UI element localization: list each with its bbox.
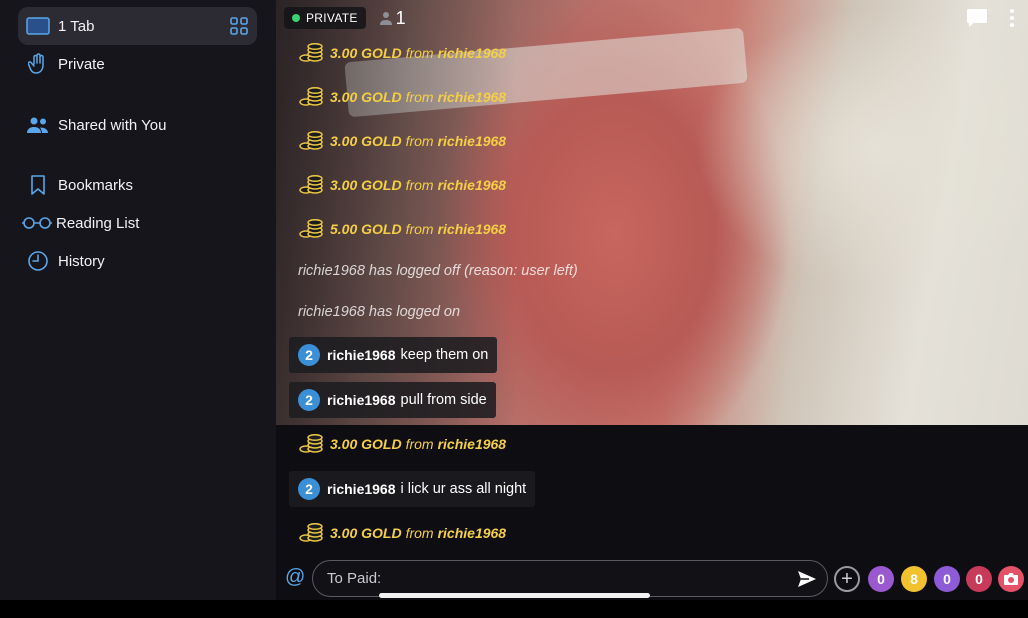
stream-view: PRIVATE 1 3.00 GOLD from richie1968 3.00…	[276, 0, 1028, 600]
gold-amount: 3.00 GOLD	[330, 133, 402, 149]
glasses-icon	[22, 211, 52, 235]
gold-tip-message: 3.00 GOLD from richie1968	[298, 523, 506, 543]
gold-from: from	[405, 221, 434, 237]
gold-from: from	[405, 89, 434, 105]
gold-username[interactable]: richie1968	[438, 133, 507, 149]
gold-username[interactable]: richie1968	[438, 436, 507, 452]
coins-icon	[299, 131, 323, 150]
sidebar-item-bookmarks[interactable]: Bookmarks	[18, 166, 257, 204]
counter-badge-4[interactable]: 0	[966, 566, 992, 592]
gold-from: from	[405, 436, 434, 452]
tab-grid-icon[interactable]	[229, 16, 249, 36]
more-vertical-icon[interactable]	[1008, 8, 1016, 28]
gold-username[interactable]: richie1968	[438, 525, 507, 541]
send-icon[interactable]	[797, 569, 817, 589]
sidebar-item-history[interactable]: History	[18, 242, 257, 280]
gold-username[interactable]: richie1968	[438, 221, 507, 237]
sidebar-item-shared-with-you[interactable]: Shared with You	[18, 106, 257, 144]
system-message: richie1968 has logged off (reason: user …	[298, 263, 578, 279]
mention-at-icon[interactable]: @	[285, 566, 305, 589]
user-level-badge: 2	[298, 344, 320, 366]
sidebar-item-label: Bookmarks	[58, 176, 134, 194]
sidebar-item-label: Shared with You	[58, 116, 167, 134]
gold-tip-message: 3.00 GOLD from richie1968	[298, 43, 506, 63]
sidebar: 1 Tab Private Shared with You Bookmarks …	[0, 0, 276, 600]
coins-icon	[299, 87, 323, 106]
chat-bubble-icon[interactable]	[966, 8, 988, 28]
sidebar-item-label: Reading List	[56, 214, 140, 232]
gold-username[interactable]: richie1968	[438, 45, 507, 61]
gold-from: from	[405, 45, 434, 61]
online-dot-icon	[292, 14, 300, 22]
clock-icon	[26, 249, 50, 273]
people-icon	[26, 113, 50, 137]
gold-amount: 3.00 GOLD	[330, 45, 402, 61]
gold-amount: 3.00 GOLD	[330, 525, 402, 541]
gold-amount: 5.00 GOLD	[330, 221, 402, 237]
gold-tip-message: 5.00 GOLD from richie1968	[298, 219, 506, 239]
user-chat-message: 2 richie1968 keep them on	[289, 337, 498, 373]
gold-from: from	[405, 177, 434, 193]
gold-tip-message: 3.00 GOLD from richie1968	[298, 175, 506, 195]
sidebar-item-reading-list[interactable]: Reading List	[18, 204, 257, 242]
chat-username[interactable]: richie1968	[327, 392, 396, 408]
counter-badge-3[interactable]: 0	[934, 566, 960, 592]
private-badge: PRIVATE	[284, 7, 366, 29]
coins-icon	[299, 219, 323, 238]
chat-username[interactable]: richie1968	[327, 347, 396, 363]
coins-icon	[299, 175, 323, 194]
coins-icon	[299, 434, 323, 453]
counter-badge-1[interactable]: 0	[868, 566, 894, 592]
viewer-count-value: 1	[395, 7, 406, 28]
gold-amount: 3.00 GOLD	[330, 89, 402, 105]
camera-icon	[1004, 573, 1018, 585]
gold-tip-message: 3.00 GOLD from richie1968	[298, 434, 506, 454]
gold-from: from	[405, 133, 434, 149]
sidebar-item-label: History	[58, 252, 105, 270]
user-level-badge: 2	[298, 478, 320, 500]
user-chat-message: 2 richie1968 pull from side	[289, 382, 496, 418]
hand-icon	[26, 52, 50, 76]
sidebar-item-private[interactable]: Private	[18, 45, 257, 83]
home-indicator	[379, 593, 650, 598]
chat-text: keep them on	[400, 347, 489, 363]
coins-icon	[299, 43, 323, 62]
add-button[interactable]: +	[834, 566, 860, 592]
bookmark-icon	[26, 173, 50, 197]
counter-badge-2[interactable]: 8	[901, 566, 927, 592]
gold-amount: 3.00 GOLD	[330, 177, 402, 193]
sidebar-item-label: 1 Tab	[58, 17, 95, 35]
gold-tip-message: 3.00 GOLD from richie1968	[298, 87, 506, 107]
user-chat-message: 2 richie1968 i lick ur ass all night	[289, 471, 536, 507]
gold-username[interactable]: richie1968	[438, 89, 507, 105]
stream-topbar: PRIVATE 1	[284, 6, 406, 30]
gold-amount: 3.00 GOLD	[330, 436, 402, 452]
sidebar-item-tabs[interactable]: 1 Tab	[18, 7, 257, 45]
coins-icon	[299, 523, 323, 542]
chat-username[interactable]: richie1968	[327, 481, 396, 497]
user-level-badge: 2	[298, 389, 320, 411]
viewer-count: 1	[379, 7, 406, 29]
camera-button[interactable]	[998, 566, 1024, 592]
sidebar-item-label: Private	[58, 55, 105, 73]
private-label: PRIVATE	[306, 11, 358, 25]
tab-overview-icon	[26, 14, 50, 38]
gold-tip-message: 3.00 GOLD from richie1968	[298, 131, 506, 151]
system-message: richie1968 has logged on	[298, 304, 461, 320]
gold-username[interactable]: richie1968	[438, 177, 507, 193]
chat-input-wrapper	[312, 560, 828, 597]
chat-input[interactable]	[327, 570, 767, 587]
chat-text: i lick ur ass all night	[400, 481, 527, 497]
gold-from: from	[405, 525, 434, 541]
chat-text: pull from side	[400, 392, 487, 408]
person-icon	[379, 12, 392, 25]
